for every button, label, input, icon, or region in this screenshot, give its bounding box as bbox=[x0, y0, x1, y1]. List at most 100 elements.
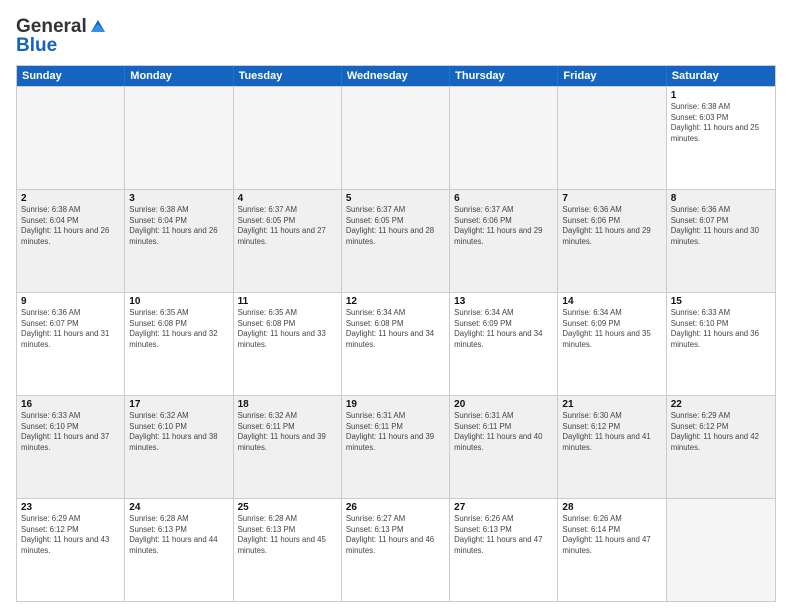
day-cell-5: 5Sunrise: 6:37 AMSunset: 6:05 PMDaylight… bbox=[342, 190, 450, 292]
header-day-tuesday: Tuesday bbox=[234, 66, 342, 86]
day-info: Sunrise: 6:38 AMSunset: 6:04 PMDaylight:… bbox=[21, 205, 120, 247]
empty-cell bbox=[667, 499, 775, 601]
day-info: Sunrise: 6:38 AMSunset: 6:04 PMDaylight:… bbox=[129, 205, 228, 247]
day-info: Sunrise: 6:29 AMSunset: 6:12 PMDaylight:… bbox=[21, 514, 120, 556]
day-info: Sunrise: 6:35 AMSunset: 6:08 PMDaylight:… bbox=[129, 308, 228, 350]
day-info: Sunrise: 6:31 AMSunset: 6:11 PMDaylight:… bbox=[346, 411, 445, 453]
day-cell-1: 1Sunrise: 6:38 AMSunset: 6:03 PMDaylight… bbox=[667, 87, 775, 189]
day-number: 11 bbox=[238, 296, 337, 307]
day-info: Sunrise: 6:37 AMSunset: 6:05 PMDaylight:… bbox=[238, 205, 337, 247]
day-number: 23 bbox=[21, 502, 120, 513]
day-cell-22: 22Sunrise: 6:29 AMSunset: 6:12 PMDayligh… bbox=[667, 396, 775, 498]
day-info: Sunrise: 6:32 AMSunset: 6:11 PMDaylight:… bbox=[238, 411, 337, 453]
day-number: 27 bbox=[454, 502, 553, 513]
day-number: 21 bbox=[562, 399, 661, 410]
day-cell-20: 20Sunrise: 6:31 AMSunset: 6:11 PMDayligh… bbox=[450, 396, 558, 498]
day-cell-27: 27Sunrise: 6:26 AMSunset: 6:13 PMDayligh… bbox=[450, 499, 558, 601]
calendar-header: SundayMondayTuesdayWednesdayThursdayFrid… bbox=[17, 66, 775, 86]
day-info: Sunrise: 6:33 AMSunset: 6:10 PMDaylight:… bbox=[21, 411, 120, 453]
calendar-week-1: 1Sunrise: 6:38 AMSunset: 6:03 PMDaylight… bbox=[17, 86, 775, 189]
page-header: General Blue bbox=[16, 16, 776, 57]
day-cell-15: 15Sunrise: 6:33 AMSunset: 6:10 PMDayligh… bbox=[667, 293, 775, 395]
day-info: Sunrise: 6:38 AMSunset: 6:03 PMDaylight:… bbox=[671, 102, 771, 144]
day-number: 28 bbox=[562, 502, 661, 513]
day-info: Sunrise: 6:37 AMSunset: 6:06 PMDaylight:… bbox=[454, 205, 553, 247]
empty-cell bbox=[558, 87, 666, 189]
day-number: 7 bbox=[562, 193, 661, 204]
day-cell-11: 11Sunrise: 6:35 AMSunset: 6:08 PMDayligh… bbox=[234, 293, 342, 395]
day-cell-16: 16Sunrise: 6:33 AMSunset: 6:10 PMDayligh… bbox=[17, 396, 125, 498]
day-number: 10 bbox=[129, 296, 228, 307]
day-number: 6 bbox=[454, 193, 553, 204]
day-number: 19 bbox=[346, 399, 445, 410]
day-number: 17 bbox=[129, 399, 228, 410]
day-cell-19: 19Sunrise: 6:31 AMSunset: 6:11 PMDayligh… bbox=[342, 396, 450, 498]
day-info: Sunrise: 6:30 AMSunset: 6:12 PMDaylight:… bbox=[562, 411, 661, 453]
day-info: Sunrise: 6:32 AMSunset: 6:10 PMDaylight:… bbox=[129, 411, 228, 453]
calendar-body: 1Sunrise: 6:38 AMSunset: 6:03 PMDaylight… bbox=[17, 86, 775, 601]
day-cell-7: 7Sunrise: 6:36 AMSunset: 6:06 PMDaylight… bbox=[558, 190, 666, 292]
day-cell-4: 4Sunrise: 6:37 AMSunset: 6:05 PMDaylight… bbox=[234, 190, 342, 292]
day-number: 13 bbox=[454, 296, 553, 307]
calendar-week-5: 23Sunrise: 6:29 AMSunset: 6:12 PMDayligh… bbox=[17, 498, 775, 601]
day-number: 16 bbox=[21, 399, 120, 410]
day-cell-8: 8Sunrise: 6:36 AMSunset: 6:07 PMDaylight… bbox=[667, 190, 775, 292]
header-day-monday: Monday bbox=[125, 66, 233, 86]
day-number: 8 bbox=[671, 193, 771, 204]
day-info: Sunrise: 6:31 AMSunset: 6:11 PMDaylight:… bbox=[454, 411, 553, 453]
day-cell-2: 2Sunrise: 6:38 AMSunset: 6:04 PMDaylight… bbox=[17, 190, 125, 292]
day-info: Sunrise: 6:28 AMSunset: 6:13 PMDaylight:… bbox=[238, 514, 337, 556]
header-day-wednesday: Wednesday bbox=[342, 66, 450, 86]
day-info: Sunrise: 6:27 AMSunset: 6:13 PMDaylight:… bbox=[346, 514, 445, 556]
empty-cell bbox=[234, 87, 342, 189]
day-number: 12 bbox=[346, 296, 445, 307]
empty-cell bbox=[342, 87, 450, 189]
header-day-friday: Friday bbox=[558, 66, 666, 86]
day-info: Sunrise: 6:36 AMSunset: 6:07 PMDaylight:… bbox=[671, 205, 771, 247]
day-info: Sunrise: 6:33 AMSunset: 6:10 PMDaylight:… bbox=[671, 308, 771, 350]
day-cell-13: 13Sunrise: 6:34 AMSunset: 6:09 PMDayligh… bbox=[450, 293, 558, 395]
day-number: 22 bbox=[671, 399, 771, 410]
day-info: Sunrise: 6:36 AMSunset: 6:06 PMDaylight:… bbox=[562, 205, 661, 247]
day-number: 9 bbox=[21, 296, 120, 307]
day-info: Sunrise: 6:26 AMSunset: 6:14 PMDaylight:… bbox=[562, 514, 661, 556]
day-cell-24: 24Sunrise: 6:28 AMSunset: 6:13 PMDayligh… bbox=[125, 499, 233, 601]
day-number: 1 bbox=[671, 90, 771, 101]
day-cell-18: 18Sunrise: 6:32 AMSunset: 6:11 PMDayligh… bbox=[234, 396, 342, 498]
day-number: 14 bbox=[562, 296, 661, 307]
logo: General Blue bbox=[16, 16, 107, 57]
day-cell-21: 21Sunrise: 6:30 AMSunset: 6:12 PMDayligh… bbox=[558, 396, 666, 498]
calendar-week-4: 16Sunrise: 6:33 AMSunset: 6:10 PMDayligh… bbox=[17, 395, 775, 498]
day-info: Sunrise: 6:35 AMSunset: 6:08 PMDaylight:… bbox=[238, 308, 337, 350]
day-cell-25: 25Sunrise: 6:28 AMSunset: 6:13 PMDayligh… bbox=[234, 499, 342, 601]
day-info: Sunrise: 6:34 AMSunset: 6:09 PMDaylight:… bbox=[454, 308, 553, 350]
day-number: 26 bbox=[346, 502, 445, 513]
calendar-page: General Blue SundayMondayTuesdayWednesda… bbox=[0, 0, 792, 612]
day-cell-23: 23Sunrise: 6:29 AMSunset: 6:12 PMDayligh… bbox=[17, 499, 125, 601]
day-number: 3 bbox=[129, 193, 228, 204]
day-cell-6: 6Sunrise: 6:37 AMSunset: 6:06 PMDaylight… bbox=[450, 190, 558, 292]
day-number: 18 bbox=[238, 399, 337, 410]
empty-cell bbox=[17, 87, 125, 189]
empty-cell bbox=[450, 87, 558, 189]
calendar-week-3: 9Sunrise: 6:36 AMSunset: 6:07 PMDaylight… bbox=[17, 292, 775, 395]
day-number: 2 bbox=[21, 193, 120, 204]
day-info: Sunrise: 6:37 AMSunset: 6:05 PMDaylight:… bbox=[346, 205, 445, 247]
empty-cell bbox=[125, 87, 233, 189]
header-day-saturday: Saturday bbox=[667, 66, 775, 86]
day-cell-9: 9Sunrise: 6:36 AMSunset: 6:07 PMDaylight… bbox=[17, 293, 125, 395]
day-info: Sunrise: 6:36 AMSunset: 6:07 PMDaylight:… bbox=[21, 308, 120, 350]
day-cell-28: 28Sunrise: 6:26 AMSunset: 6:14 PMDayligh… bbox=[558, 499, 666, 601]
day-number: 5 bbox=[346, 193, 445, 204]
day-number: 25 bbox=[238, 502, 337, 513]
day-cell-3: 3Sunrise: 6:38 AMSunset: 6:04 PMDaylight… bbox=[125, 190, 233, 292]
day-cell-10: 10Sunrise: 6:35 AMSunset: 6:08 PMDayligh… bbox=[125, 293, 233, 395]
day-info: Sunrise: 6:34 AMSunset: 6:08 PMDaylight:… bbox=[346, 308, 445, 350]
day-number: 15 bbox=[671, 296, 771, 307]
logo-blue: Blue bbox=[16, 35, 57, 57]
day-cell-17: 17Sunrise: 6:32 AMSunset: 6:10 PMDayligh… bbox=[125, 396, 233, 498]
day-info: Sunrise: 6:29 AMSunset: 6:12 PMDaylight:… bbox=[671, 411, 771, 453]
day-cell-26: 26Sunrise: 6:27 AMSunset: 6:13 PMDayligh… bbox=[342, 499, 450, 601]
logo-icon bbox=[89, 18, 107, 36]
day-number: 24 bbox=[129, 502, 228, 513]
